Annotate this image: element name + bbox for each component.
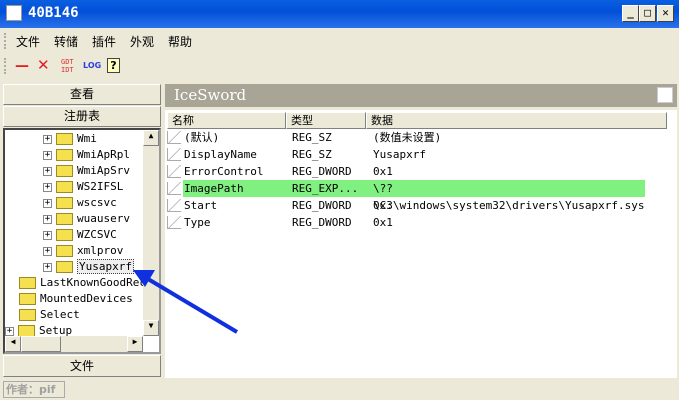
annotation-arrow (133, 270, 239, 334)
arrow-head (133, 270, 155, 287)
arrow-shaft (146, 277, 239, 334)
